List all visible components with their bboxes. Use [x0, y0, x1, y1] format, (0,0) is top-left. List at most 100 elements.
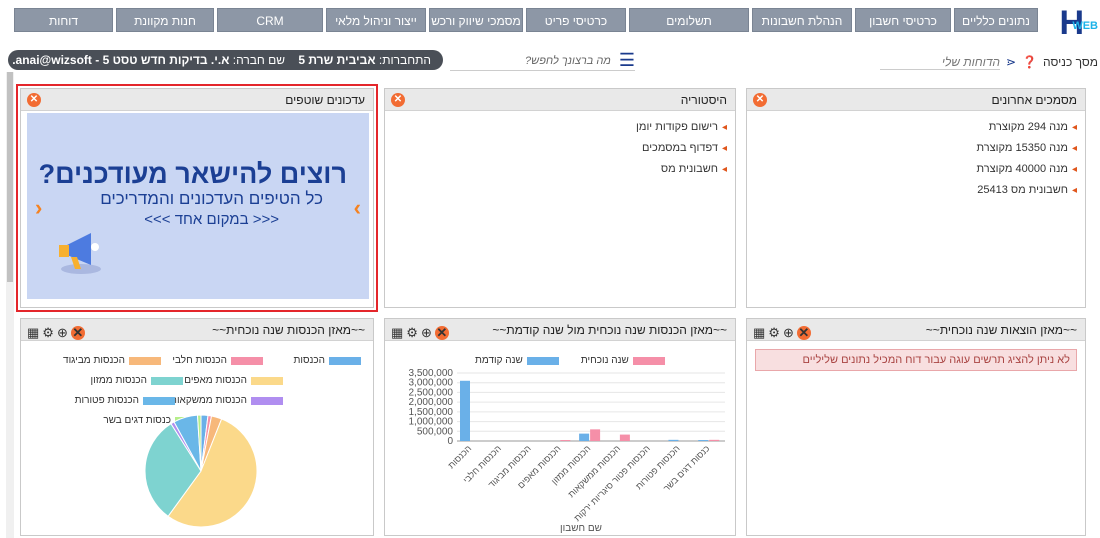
- tab-item-cards[interactable]: כרטיסי פריט: [526, 8, 626, 32]
- close-icon[interactable]: ✕: [27, 93, 41, 107]
- main-nav: נתונים כלליים כרטיסי חשבון הנהלת חשבונות…: [8, 8, 1038, 32]
- panel-tools: ✕ ⊕ ⚙ ▦: [391, 322, 449, 344]
- tab-general-data[interactable]: נתונים כלליים: [954, 8, 1038, 32]
- bar-previous[interactable]: [460, 380, 470, 441]
- bar-previous[interactable]: [668, 439, 679, 441]
- scrollbar-thumb[interactable]: [7, 72, 13, 282]
- list-item[interactable]: רישום פקודות יומן: [393, 117, 727, 138]
- zoom-icon[interactable]: ⊕: [421, 322, 432, 344]
- legend-item[interactable]: הכנסות: [293, 355, 361, 366]
- legend-item[interactable]: הכנסות ממשקאות: [170, 395, 283, 406]
- legend-swatch: [231, 356, 263, 365]
- negative-data-alert: לא ניתן להציג תרשים עוגה עבור דוח המכיל …: [755, 349, 1077, 371]
- tab-bookkeeping[interactable]: הנהלת חשבונות: [752, 8, 852, 32]
- history-panel: היסטוריה ✕ רישום פקודות יומן דפדוף במסמכ…: [384, 88, 736, 308]
- legend-item[interactable]: הכנסות מאפים: [184, 375, 283, 386]
- banner-subline: כל הטיפים העדכונים והמדריכים: [100, 189, 323, 208]
- table-icon[interactable]: ▦: [391, 322, 403, 344]
- legend-item[interactable]: הכנסות ממזון: [91, 375, 183, 386]
- list-item[interactable]: מנה 15350 מקוצרת: [755, 138, 1077, 159]
- zoom-icon[interactable]: ⊕: [783, 322, 794, 344]
- y-tick-label: 3,500,000: [409, 368, 454, 379]
- close-icon[interactable]: ✕: [753, 93, 767, 107]
- header-links: מסך כניסה ❓ ⋖ הדוחות שלי: [880, 52, 1098, 72]
- bar-current[interactable]: [619, 434, 630, 441]
- login-label: התחברות:: [378, 53, 431, 67]
- y-tick-label: 3,000,000: [409, 378, 454, 389]
- tab-marketing-docs[interactable]: מסמכי שיווק ורכש: [429, 8, 523, 32]
- tab-payments[interactable]: תשלומים: [629, 8, 749, 32]
- legend-item[interactable]: הכנסות מביגוד: [63, 355, 161, 366]
- legend-swatch: [329, 356, 361, 365]
- income-bar-chart: 0500,0001,000,0001,500,0002,000,0002,500…: [409, 368, 725, 534]
- panel-tools: ✕ ⊕ ⚙ ▦: [753, 322, 811, 344]
- zoom-icon[interactable]: ⊕: [57, 322, 68, 344]
- legend-item[interactable]: הכנסות פטורות: [75, 395, 175, 406]
- tab-account-cards[interactable]: כרטיסי חשבון: [855, 8, 951, 32]
- bar-previous[interactable]: [579, 433, 590, 441]
- menu-icon[interactable]: ☰: [619, 50, 635, 71]
- legend-label: הכנסות חלבי: [172, 355, 227, 366]
- login-value: אביבית שרת 5: [298, 53, 376, 67]
- chevron-right-icon[interactable]: ›: [354, 195, 361, 221]
- bar-previous[interactable]: [698, 440, 709, 441]
- legend-label: הכנסות פטורות: [74, 395, 139, 406]
- history-title: היסטוריה: [680, 93, 727, 107]
- tab-crm[interactable]: CRM: [217, 8, 323, 32]
- search-input[interactable]: מה ברצונך לחפש?: [525, 55, 611, 67]
- close-icon[interactable]: ✕: [391, 93, 405, 107]
- close-icon[interactable]: ✕: [434, 326, 449, 340]
- income-compare-panel: ~~מאזן הכנסות שנה נוכחית מול שנה קודמת~~…: [384, 318, 736, 536]
- list-item[interactable]: מנה 40000 מקוצרת: [755, 159, 1077, 180]
- bar-current[interactable]: [709, 439, 720, 441]
- updates-title: עדכונים שוטפים: [285, 93, 365, 107]
- legend-label: הכנסות ממשקאות: [170, 395, 247, 406]
- logo-web: WEB: [1072, 20, 1098, 32]
- bar-current[interactable]: [590, 429, 601, 441]
- legend-label: הכנסות מביגוד: [63, 355, 125, 366]
- my-reports-link[interactable]: הדוחות שלי: [880, 55, 1001, 70]
- help-icon[interactable]: ❓: [1022, 55, 1037, 69]
- panel-title: ~~מאזן הוצאות שנה נוכחית~~ ✕ ⊕ ⚙ ▦: [747, 319, 1085, 341]
- list-item[interactable]: מנה 294 מקוצרת: [755, 117, 1077, 138]
- bar-current[interactable]: [560, 440, 571, 441]
- updates-panel: עדכונים שוטפים ✕ רוצים להישאר מעודכנים? …: [20, 88, 374, 308]
- legend-label: הכנסות מאפים: [184, 375, 247, 386]
- scrollbar[interactable]: [6, 72, 14, 538]
- sub-header: התחברות: אביבית שרת 5 שם חברה: א.י. בדיק…: [0, 46, 1100, 74]
- company-label: שם חברה:: [232, 53, 286, 67]
- y-tick-label: 1,000,000: [409, 417, 454, 428]
- gear-icon[interactable]: ⚙: [768, 322, 780, 344]
- list-item[interactable]: דפדוף במסמכים: [393, 138, 727, 159]
- home-link[interactable]: מסך כניסה: [1043, 55, 1098, 69]
- close-icon[interactable]: ✕: [796, 326, 811, 340]
- table-icon[interactable]: ▦: [27, 322, 39, 344]
- search-box[interactable]: ☰ מה ברצונך לחפש?: [450, 50, 635, 71]
- hweb-logo[interactable]: H WEB: [1038, 4, 1098, 44]
- list-item[interactable]: חשבונית מס: [393, 159, 727, 180]
- legend-label: הכנסות: [293, 355, 325, 366]
- chevron-left-icon[interactable]: ‹: [35, 195, 42, 221]
- updates-banner[interactable]: רוצים להישאר מעודכנים? כל הטיפים העדכוני…: [27, 113, 369, 299]
- share-icon[interactable]: ⋖: [1006, 55, 1016, 69]
- gear-icon[interactable]: ⚙: [42, 322, 54, 344]
- tab-online-store[interactable]: חנות מקוונת: [116, 8, 214, 32]
- panel-tools: ✕ ⊕ ⚙ ▦: [27, 322, 85, 344]
- history-list: רישום פקודות יומן דפדוף במסמכים חשבונית …: [385, 111, 735, 186]
- legend-swatch: [526, 356, 559, 365]
- x-tick-label: הכנסות: [446, 443, 473, 470]
- legend-swatch: [251, 376, 283, 385]
- tab-production-inventory[interactable]: ייצור וניהול מלאי: [326, 8, 426, 32]
- table-icon[interactable]: ▦: [753, 322, 765, 344]
- y-tick-label: 0: [447, 436, 453, 447]
- gear-icon[interactable]: ⚙: [406, 322, 418, 344]
- company-bar: התחברות: אביבית שרת 5 שם חברה: א.י. בדיק…: [8, 50, 443, 70]
- recent-docs-panel: מסמכים אחרונים ✕ מנה 294 מקוצרת מנה 1535…: [746, 88, 1086, 308]
- close-icon[interactable]: ✕: [70, 326, 85, 340]
- list-item[interactable]: חשבונית מס 25413: [755, 180, 1077, 201]
- panel-title: ~~מאזן הכנסות שנה נוכחית מול שנה קודמת~~…: [385, 319, 735, 341]
- legend-item[interactable]: הכנסות חלבי: [172, 355, 263, 366]
- income-current-title: ~~מאזן הכנסות שנה נוכחית~~: [212, 323, 365, 337]
- tab-reports[interactable]: דוחות: [14, 8, 113, 32]
- panel-title: מסמכים אחרונים ✕: [747, 89, 1085, 111]
